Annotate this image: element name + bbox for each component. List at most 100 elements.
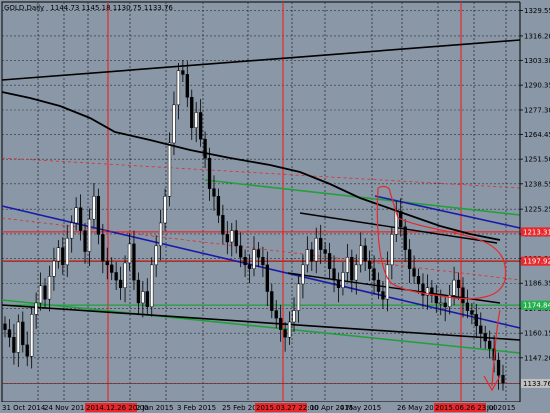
candle-body <box>265 264 269 292</box>
ohlc-label: 1144.73 1145.18 1130.75 1133.76 <box>50 4 173 12</box>
time-tick-label: 31 Oct 2014 <box>2 404 46 412</box>
candle-body <box>56 247 61 262</box>
candle-body <box>403 226 407 250</box>
time-tick-label: 4 May 2015 <box>340 404 381 412</box>
candle-body <box>207 157 212 189</box>
candle-body <box>154 245 158 266</box>
candle-body <box>136 279 141 304</box>
candle-body <box>287 321 292 338</box>
price-tick-label: 1290.35 <box>524 82 550 90</box>
price-marker-label: 1174.84 <box>523 302 550 310</box>
candle-body <box>216 196 221 216</box>
candle-body <box>412 268 416 277</box>
candle-body <box>483 333 487 342</box>
candle-body <box>416 276 421 285</box>
candle-body <box>310 249 314 262</box>
candle-body <box>3 323 7 330</box>
candle-body <box>234 230 238 247</box>
candle-body <box>101 234 105 262</box>
candle-body <box>270 291 274 311</box>
candle-body <box>319 237 323 250</box>
candle-body <box>296 283 301 311</box>
candle-body <box>332 268 336 281</box>
candle-body <box>221 215 225 235</box>
chart-title: GOLD,Daily 1144.73 1145.18 1130.75 1133.… <box>4 4 173 12</box>
price-tick-label: 1225.25 <box>524 206 550 214</box>
candle-body <box>274 310 278 319</box>
candle-body <box>385 264 390 300</box>
candle-body <box>376 279 381 292</box>
candle-body <box>336 279 341 288</box>
candle-body <box>407 249 412 269</box>
time-tick-label: 24 Nov 2014 <box>44 404 89 412</box>
candle-body <box>239 245 243 258</box>
candle-body <box>461 287 465 304</box>
candle-body <box>185 74 189 98</box>
candle-body <box>443 302 447 308</box>
chart-background <box>0 0 550 413</box>
candle-body <box>261 256 265 266</box>
candle-body <box>372 268 376 281</box>
candle-body <box>501 375 505 384</box>
price-tick-label: 1251.50 <box>524 156 550 164</box>
time-axis: 31 Oct 201424 Nov 20142014.12.26 20:002 … <box>0 402 520 413</box>
candle-body <box>341 272 345 288</box>
candle-body <box>132 243 136 281</box>
candle-body <box>105 260 109 266</box>
candle-body <box>61 247 65 266</box>
price-axis: 1329.55 1316.20 1303.38 1290.35 1277.30 1264.… <box>519 0 550 413</box>
price-tick-label: 1277.30 <box>524 107 550 115</box>
candle-body <box>96 196 101 235</box>
candle-body <box>16 321 20 353</box>
candle-body <box>83 230 87 252</box>
price-tick-label: 1303.38 <box>524 57 550 65</box>
candle-body <box>354 264 358 281</box>
candle-body <box>323 249 327 254</box>
symbol-label: GOLD,Daily <box>4 4 44 12</box>
candle-body <box>283 329 287 338</box>
candle-body <box>30 314 34 357</box>
price-tick-label: 1316.20 <box>524 32 550 40</box>
time-tick-label: 2 Jan 2015 <box>136 404 174 412</box>
candle-body <box>327 253 332 269</box>
candle-body <box>496 359 501 376</box>
candle-body <box>252 249 256 269</box>
candle-body <box>38 285 43 304</box>
price-tick-label: 1160.15 <box>524 330 550 338</box>
candle-body <box>367 260 372 269</box>
candle-body <box>470 310 474 315</box>
candle-body <box>65 237 69 266</box>
price-tick-label: 1238.55 <box>524 180 550 188</box>
candle-body <box>452 279 456 296</box>
candle-body <box>25 344 29 357</box>
candle-body <box>381 291 385 300</box>
candle-body <box>292 310 296 323</box>
candle-body <box>47 276 52 300</box>
candle-body <box>145 291 149 308</box>
candle-body <box>465 302 470 311</box>
candle-body <box>345 256 350 273</box>
candle-body <box>359 245 363 266</box>
candle-body <box>74 207 78 224</box>
candle-body <box>390 234 394 266</box>
candle-body <box>7 329 12 338</box>
price-chart[interactable]: 1329.55 1316.20 1303.38 1290.35 1277.30 1264.… <box>0 0 550 413</box>
candle-body <box>439 302 443 305</box>
candle-body <box>70 222 74 239</box>
candle-body <box>243 256 247 266</box>
candle-body <box>43 285 47 300</box>
candle-body <box>34 302 38 315</box>
time-tick-label: 3 Feb 2015 <box>177 404 216 412</box>
candle-body <box>305 249 310 266</box>
candle-body <box>474 314 478 327</box>
price-tick-label: 1147.20 <box>524 354 550 362</box>
candle-body <box>488 340 492 349</box>
candle-body <box>176 70 181 106</box>
candle-body <box>198 112 203 140</box>
price-marker-label: 1133.76 <box>523 380 550 388</box>
candle-body <box>456 279 461 288</box>
candle-body <box>279 317 283 330</box>
candle-body <box>256 249 261 258</box>
candle-body <box>158 222 163 247</box>
candle-body <box>172 104 176 144</box>
